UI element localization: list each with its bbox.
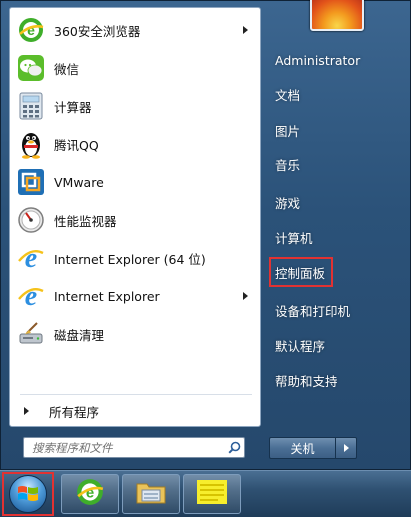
user-avatar[interactable] (310, 0, 364, 31)
right-item-label: 图片 (275, 123, 301, 139)
shutdown-control: 关机 (269, 437, 359, 459)
shutdown-button[interactable]: 关机 (269, 437, 335, 459)
start-button[interactable] (2, 472, 54, 516)
program-label: 360安全浏览器 (54, 23, 141, 39)
internet-explorer-icon: e (75, 477, 105, 511)
right-item-label: 设备和打印机 (275, 303, 351, 319)
right-item-label: Administrator (275, 52, 361, 68)
program-list-panel: e 360安全浏览器 微信 计算器 腾讯QQ VMware 性能监视器 e In… (9, 7, 261, 427)
performance-monitor-icon (16, 205, 46, 235)
start-menu: e 360安全浏览器 微信 计算器 腾讯QQ VMware 性能监视器 e In… (0, 0, 411, 470)
taskbar-ie-button[interactable]: e (61, 474, 119, 514)
search-box (23, 437, 245, 458)
right-item-label: 控制面板 (275, 265, 326, 281)
shutdown-arrow-icon (343, 444, 349, 452)
right-item-label: 计算机 (275, 230, 313, 246)
program-item-disk-cleanup[interactable]: 磁盘清理 (14, 316, 258, 352)
shutdown-options-button[interactable] (335, 437, 357, 459)
taskbar-explorer-button[interactable] (122, 474, 180, 514)
program-item-calculator[interactable]: 计算器 (14, 88, 258, 124)
right-item-label: 默认程序 (275, 338, 326, 354)
all-programs-label: 所有程序 (49, 404, 100, 420)
right-item-label: 帮助和支持 (275, 373, 338, 389)
program-item-360-browser[interactable]: e 360安全浏览器 (14, 12, 258, 48)
svg-text:e: e (25, 244, 37, 272)
internet-explorer-icon: e (16, 243, 46, 273)
right-item-label: 游戏 (275, 195, 301, 211)
right-item-label: 文档 (275, 87, 301, 103)
right-item-control-panel[interactable]: 控制面板 (269, 257, 333, 287)
search-icon[interactable] (224, 438, 244, 457)
all-programs-button[interactable]: 所有程序 (18, 400, 254, 422)
program-label: Internet Explorer (64 位) (54, 251, 206, 267)
svg-text:e: e (25, 282, 37, 310)
right-item-devices-printers[interactable]: 设备和打印机 (269, 295, 405, 325)
disk-cleanup-icon (16, 319, 46, 349)
right-item-computer[interactable]: 计算机 (269, 222, 405, 252)
program-label: 腾讯QQ (54, 137, 99, 153)
svg-text:e: e (86, 484, 94, 501)
program-item-ie-64[interactable]: e Internet Explorer (64 位) (14, 240, 258, 276)
program-item-wechat[interactable]: 微信 (14, 50, 258, 86)
search-input[interactable] (24, 438, 224, 457)
svg-text:e: e (27, 22, 35, 38)
360-browser-icon: e (16, 15, 46, 45)
program-list-divider (20, 394, 252, 395)
internet-explorer-icon: e (16, 281, 46, 311)
qq-penguin-icon (16, 129, 46, 159)
right-item-help-support[interactable]: 帮助和支持 (269, 365, 405, 395)
right-item-administrator[interactable]: Administrator (269, 45, 405, 75)
program-label: 计算器 (54, 99, 92, 115)
calculator-icon (16, 91, 46, 121)
program-item-qq[interactable]: 腾讯QQ (14, 126, 258, 162)
file-explorer-icon (135, 478, 167, 510)
program-label: Internet Explorer (54, 288, 160, 304)
program-label: 性能监视器 (54, 213, 117, 229)
right-item-default-programs[interactable]: 默认程序 (269, 330, 405, 360)
right-item-documents[interactable]: 文档 (269, 79, 405, 109)
program-label: 磁盘清理 (54, 327, 105, 343)
taskbar: e (0, 470, 411, 517)
notes-app-icon (195, 478, 229, 510)
submenu-arrow-icon[interactable] (240, 25, 250, 35)
vmware-icon (16, 167, 46, 197)
taskbar-notes-button[interactable] (183, 474, 241, 514)
right-item-music[interactable]: 音乐 (269, 149, 405, 179)
program-label: 微信 (54, 61, 80, 77)
program-item-performance-monitor[interactable]: 性能监视器 (14, 202, 258, 238)
wechat-icon (16, 53, 46, 83)
program-label: VMware (54, 174, 104, 190)
program-item-ie[interactable]: e Internet Explorer (14, 278, 258, 314)
right-item-games[interactable]: 游戏 (269, 187, 405, 217)
submenu-arrow-icon[interactable] (240, 291, 250, 301)
right-item-pictures[interactable]: 图片 (269, 115, 405, 145)
right-item-label: 音乐 (275, 157, 301, 173)
program-item-vmware[interactable]: VMware (14, 164, 258, 200)
all-programs-arrow-icon (24, 407, 29, 415)
windows-logo-icon (9, 475, 47, 513)
